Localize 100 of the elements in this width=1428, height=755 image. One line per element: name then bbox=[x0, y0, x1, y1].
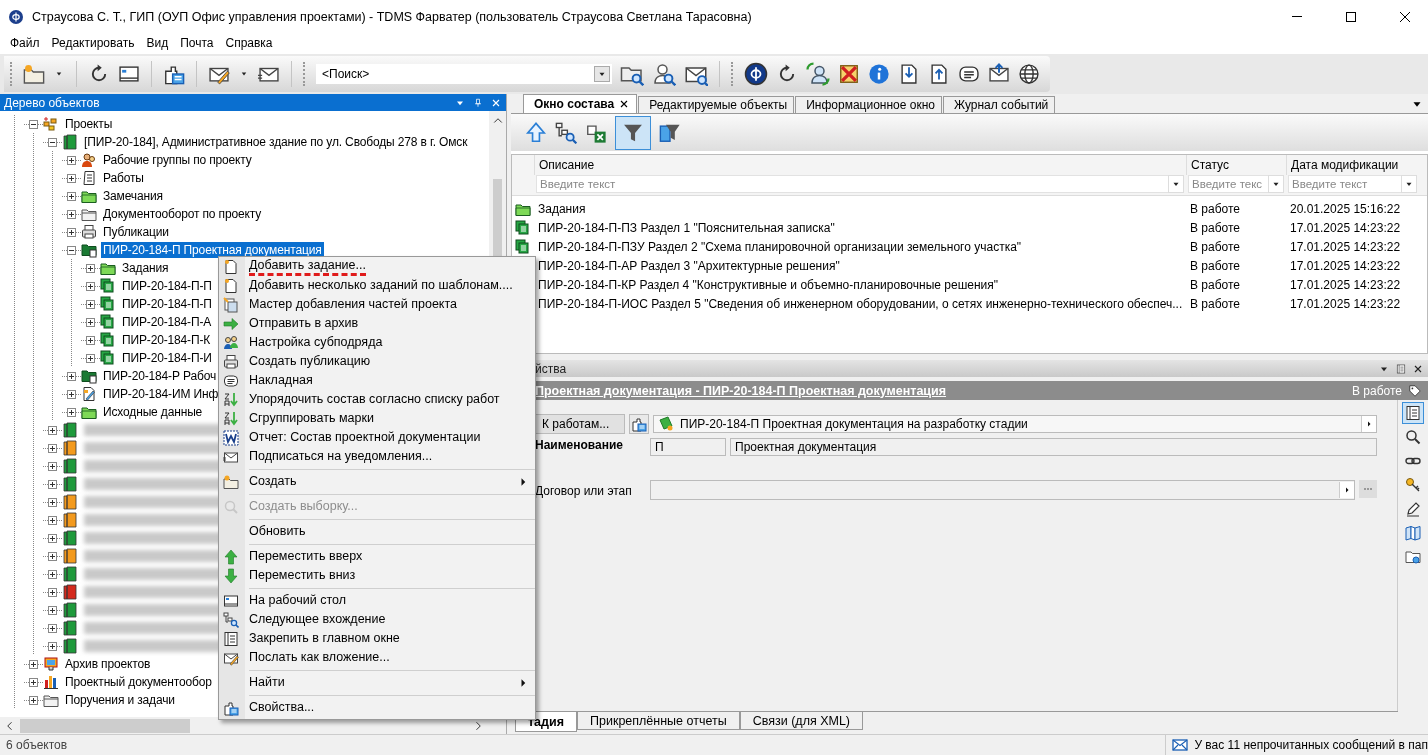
users-sync-icon[interactable] bbox=[806, 62, 830, 86]
expand-toggle[interactable] bbox=[67, 173, 76, 183]
expand-toggle[interactable] bbox=[29, 677, 38, 687]
menu-item[interactable]: Добавить задание... bbox=[219, 257, 535, 276]
tree-item[interactable]: ПИР-20-184-П-А bbox=[120, 314, 214, 330]
expand-toggle[interactable] bbox=[48, 623, 57, 633]
tree-search-icon[interactable] bbox=[555, 121, 577, 144]
menu-item[interactable]: Сгруппировать марки bbox=[219, 409, 535, 428]
tree-item[interactable]: ПИР-20-184-ИМ Инф bbox=[101, 386, 221, 402]
menu-item[interactable]: Создать публикацию bbox=[219, 352, 535, 371]
menu-item[interactable]: Создать bbox=[219, 472, 535, 491]
menu-item[interactable]: На рабочий стол bbox=[219, 591, 535, 610]
envelope-arrow-icon[interactable] bbox=[988, 63, 1010, 85]
menu-item[interactable]: Следующее вхождение bbox=[219, 610, 535, 629]
expand-toggle[interactable] bbox=[48, 641, 57, 651]
tab[interactable]: Информационное окно bbox=[795, 96, 942, 113]
tab[interactable]: Прикреплённые отчеты bbox=[577, 712, 740, 730]
list-icon[interactable] bbox=[1396, 363, 1406, 374]
expand-toggle[interactable] bbox=[48, 569, 57, 579]
tab[interactable]: Журнал событий bbox=[942, 96, 1056, 113]
menu-item[interactable]: Обновить bbox=[219, 522, 535, 541]
user-search-icon[interactable] bbox=[652, 62, 676, 86]
filter-field[interactable]: Введите текст bbox=[1288, 175, 1401, 193]
tree-item[interactable]: Рабочие группы по проекту bbox=[101, 152, 254, 168]
menu-item[interactable]: Накладная bbox=[219, 371, 535, 390]
tree-item[interactable]: Задания bbox=[120, 260, 171, 276]
tree-item[interactable]: Проекты bbox=[63, 116, 115, 132]
arrow-up-icon[interactable] bbox=[525, 121, 547, 144]
dropdown-button[interactable] bbox=[1168, 175, 1184, 193]
tree-item[interactable]: Работы bbox=[101, 170, 146, 186]
tree-item[interactable]: ПИР-20-184-П-П bbox=[120, 278, 214, 294]
menu-item[interactable]: Найти bbox=[219, 673, 535, 692]
properties-icon[interactable] bbox=[163, 63, 185, 85]
tab[interactable]: Связи (для XML) bbox=[739, 712, 864, 730]
info-icon[interactable] bbox=[868, 63, 890, 85]
unread-messages-text[interactable]: У вас 11 непрочитанных сообщений в пап bbox=[1194, 738, 1428, 752]
collapse-toggle[interactable] bbox=[29, 119, 38, 129]
menu-bar-item[interactable]: Справка bbox=[219, 36, 279, 50]
menu-item[interactable]: Отчет: Состав проектной документации bbox=[219, 428, 535, 447]
tree-item[interactable]: [ПИР-20-184], Административное здание по ул. Свободы 278 в г. Омск bbox=[82, 134, 470, 150]
document-arrow-down-icon[interactable] bbox=[898, 63, 920, 85]
expand-toggle[interactable] bbox=[48, 443, 57, 453]
round-logo-icon[interactable] bbox=[744, 62, 768, 86]
tree-item[interactable]: ПИР-20-184-Р Рабоч bbox=[101, 368, 219, 384]
message-icon[interactable] bbox=[958, 63, 980, 85]
menu-bar-item[interactable]: Редактировать bbox=[45, 36, 141, 50]
expand-toggle[interactable] bbox=[86, 353, 95, 363]
expand-toggle[interactable] bbox=[67, 191, 76, 201]
expand-toggle[interactable] bbox=[29, 695, 38, 705]
dropdown-button[interactable] bbox=[1401, 175, 1417, 193]
tree-item[interactable]: Публикации bbox=[101, 224, 171, 240]
filter-field[interactable]: Введите текст bbox=[536, 175, 1168, 193]
expand-toggle[interactable] bbox=[67, 371, 76, 381]
tree-item[interactable]: Документооборот по проекту bbox=[101, 206, 264, 222]
properties-button[interactable] bbox=[629, 414, 649, 434]
parent-field[interactable]: ПИР-20-184-П Проектная документация на разработку стадии bbox=[653, 415, 1377, 433]
menu-item[interactable]: Переместить вверх bbox=[219, 547, 535, 566]
expand-toggle[interactable] bbox=[29, 659, 38, 669]
menu-bar-item[interactable]: Файл bbox=[4, 36, 46, 50]
expand-toggle[interactable] bbox=[86, 281, 95, 291]
pin-icon[interactable] bbox=[472, 96, 484, 109]
expand-toggle[interactable] bbox=[48, 479, 57, 489]
tree-item[interactable]: Исходные данные bbox=[101, 404, 205, 420]
search-combo[interactable]: <Поиск> bbox=[316, 64, 612, 84]
tab[interactable]: Редактируемые объекты bbox=[638, 96, 795, 113]
menu-item[interactable]: Отправить в архив bbox=[219, 314, 535, 333]
expand-toggle[interactable] bbox=[48, 551, 57, 561]
expand-toggle[interactable] bbox=[48, 425, 57, 435]
expand-toggle[interactable] bbox=[48, 515, 57, 525]
tab[interactable]: Окно состава bbox=[523, 94, 638, 113]
expand-toggle[interactable] bbox=[48, 461, 57, 471]
tree-item[interactable]: Поручения и задачи bbox=[63, 692, 177, 708]
menu-item[interactable]: Настройка субподряда bbox=[219, 333, 535, 352]
new-folder-icon[interactable] bbox=[23, 63, 45, 85]
parent-button[interactable]: К работам... bbox=[535, 414, 625, 434]
collapse-toggle[interactable] bbox=[48, 137, 57, 147]
expand-toggle[interactable] bbox=[86, 263, 95, 273]
expand-toggle[interactable] bbox=[67, 389, 76, 399]
menu-item[interactable]: Мастер добавления частей проекта bbox=[219, 295, 535, 314]
menu-item[interactable]: Закрепить в главном окне bbox=[219, 629, 535, 648]
menu-item[interactable]: Упорядочить состав согласно списку работ bbox=[219, 390, 535, 409]
expand-toggle[interactable] bbox=[67, 407, 76, 417]
menu-bar-item[interactable]: Почта bbox=[174, 36, 220, 50]
expand-toggle[interactable] bbox=[48, 533, 57, 543]
filter-button[interactable] bbox=[615, 115, 651, 150]
menu-item[interactable]: Добавить несколько заданий по шаблонам.... bbox=[219, 276, 535, 295]
menu-bar-item[interactable]: Вид bbox=[140, 36, 175, 50]
expand-toggle[interactable] bbox=[86, 299, 95, 309]
window-icon[interactable] bbox=[118, 63, 140, 85]
tree-item[interactable]: ПИР-20-184-П-К bbox=[120, 332, 213, 348]
collapse-toggle[interactable] bbox=[67, 245, 76, 255]
tree-item[interactable]: Замечания bbox=[101, 188, 165, 204]
expand-toggle[interactable] bbox=[86, 335, 95, 345]
contract-field[interactable] bbox=[650, 480, 1355, 500]
menu-item[interactable]: Переместить вниз bbox=[219, 566, 535, 585]
expand-toggle[interactable] bbox=[67, 209, 76, 219]
tag-icon[interactable] bbox=[1408, 383, 1422, 398]
menu-item[interactable]: Послать как вложение... bbox=[219, 648, 535, 667]
menu-item[interactable]: Подписаться на уведомления... bbox=[219, 447, 535, 466]
dropdown-button[interactable] bbox=[1268, 175, 1284, 193]
